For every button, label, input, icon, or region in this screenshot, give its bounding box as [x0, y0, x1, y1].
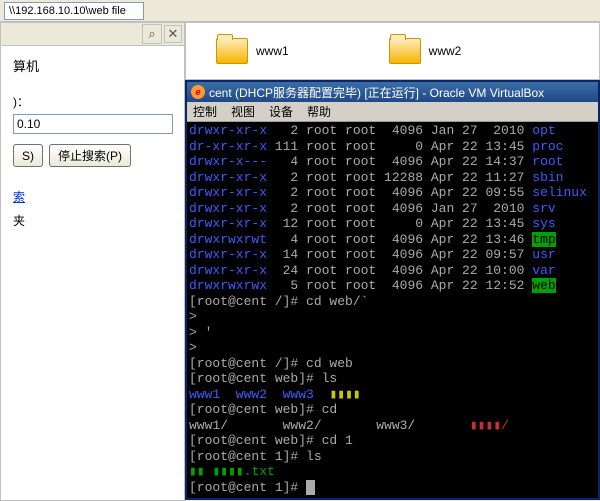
menu-devices[interactable]: 设备: [269, 103, 293, 120]
search-button[interactable]: S): [13, 144, 43, 167]
link-folders[interactable]: 夹: [13, 214, 25, 228]
computer-name-label: )：: [13, 93, 172, 110]
folder-www2[interactable]: www2: [389, 38, 462, 64]
address-path[interactable]: \\192.168.10.10\web file: [4, 2, 144, 20]
menu-control[interactable]: 控制: [193, 103, 217, 120]
menu-help[interactable]: 帮助: [307, 103, 331, 120]
menu-view[interactable]: 视图: [231, 103, 255, 120]
folder-label: www1: [256, 44, 289, 58]
folder-icon: [216, 38, 248, 64]
search-help-icon[interactable]: ⌕: [142, 24, 162, 44]
link-search-others[interactable]: 索: [13, 190, 25, 204]
folder-www1[interactable]: www1: [216, 38, 289, 64]
window-title: cent (DHCP服务器配置完毕) [正在运行] - Oracle VM Vi…: [209, 84, 544, 101]
folder-label: www2: [429, 44, 462, 58]
terminal[interactable]: drwxr-xr-x 2 root root 4096 Jan 27 2010 …: [187, 122, 598, 498]
menubar: 控制 视图 设备 帮助: [187, 102, 598, 122]
virtualbox-icon: e: [191, 85, 205, 99]
virtualbox-window: e cent (DHCP服务器配置完毕) [正在运行] - Oracle VM …: [185, 80, 600, 500]
sidebar-header: ⌕ ✕: [0, 22, 185, 46]
folder-view: www1 www2: [185, 22, 600, 80]
search-sidebar: ⌕ ✕ 算机 )： S) 停止搜索(P) 索 夹: [0, 22, 185, 501]
stop-search-button[interactable]: 停止搜索(P): [49, 144, 131, 167]
close-icon[interactable]: ✕: [164, 25, 182, 43]
sidebar-links: 索 夹: [13, 185, 172, 233]
folder-icon: [389, 38, 421, 64]
computer-name-input[interactable]: [13, 114, 173, 134]
address-bar: \\192.168.10.10\web file: [0, 0, 600, 22]
window-titlebar: e cent (DHCP服务器配置完毕) [正在运行] - Oracle VM …: [187, 82, 598, 102]
search-title: 算机: [13, 56, 172, 75]
